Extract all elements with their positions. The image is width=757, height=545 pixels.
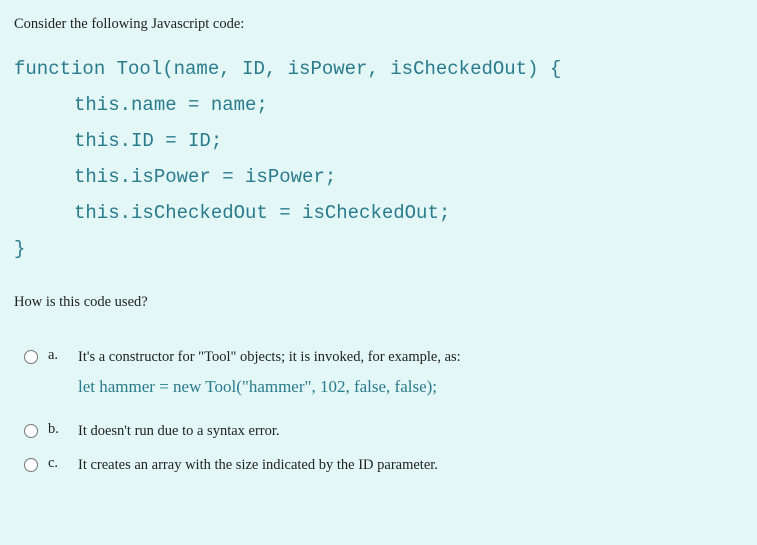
radio-option-b[interactable]: [24, 424, 38, 438]
option-a: a. It's a constructor for "Tool" objects…: [24, 347, 743, 397]
radio-option-c[interactable]: [24, 458, 38, 472]
option-letter-a: a.: [48, 347, 64, 364]
code-snippet: function Tool(name, ID, isPower, isCheck…: [14, 51, 743, 268]
option-b: b. It doesn't run due to a syntax error.: [24, 421, 743, 441]
radio-option-a[interactable]: [24, 350, 38, 364]
option-letter-c: c.: [48, 455, 64, 472]
question-text: How is this code used?: [14, 294, 743, 311]
option-letter-b: b.: [48, 421, 64, 438]
option-text-a: It's a constructor for "Tool" objects; i…: [78, 347, 743, 367]
option-body-a: It's a constructor for "Tool" objects; i…: [78, 347, 743, 397]
intro-prompt: Consider the following Javascript code:: [14, 16, 743, 33]
code-line-4: this.isPower = isPower;: [14, 159, 743, 195]
options-group: a. It's a constructor for "Tool" objects…: [14, 347, 743, 476]
code-line-3: this.ID = ID;: [14, 123, 743, 159]
option-text-b: It doesn't run due to a syntax error.: [78, 421, 743, 441]
code-line-5: this.isCheckedOut = isCheckedOut;: [14, 195, 743, 231]
code-line-1: function Tool(name, ID, isPower, isCheck…: [14, 58, 561, 80]
option-text-c: It creates an array with the size indica…: [78, 455, 743, 475]
option-body-c: It creates an array with the size indica…: [78, 455, 743, 475]
option-code-a: let hammer = new Tool("hammer", 102, fal…: [78, 377, 743, 397]
option-c: c. It creates an array with the size ind…: [24, 455, 743, 475]
code-line-2: this.name = name;: [14, 87, 743, 123]
code-line-6: }: [14, 238, 25, 260]
option-body-b: It doesn't run due to a syntax error.: [78, 421, 743, 441]
